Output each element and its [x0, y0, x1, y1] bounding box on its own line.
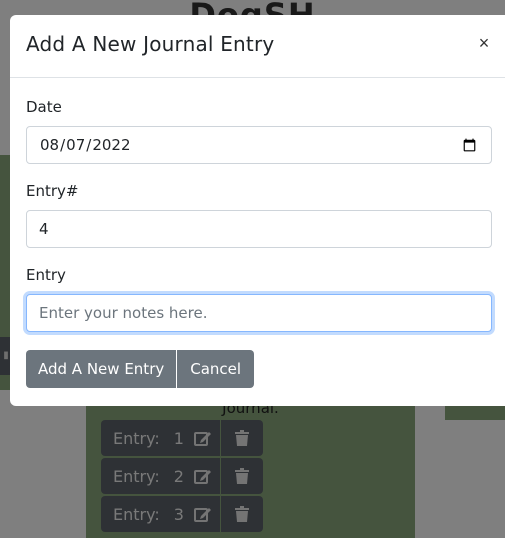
modal-header: Add A New Journal Entry × — [10, 15, 505, 78]
add-journal-entry-modal: Add A New Journal Entry × Date Entry# En… — [10, 15, 505, 406]
entry-number-label: Entry# — [26, 182, 79, 200]
date-field[interactable] — [26, 126, 492, 164]
modal-body: Date Entry# Entry Add A New Entry Cancel — [26, 78, 492, 388]
entry-notes-field[interactable] — [26, 294, 492, 332]
date-label: Date — [26, 98, 62, 116]
date-field-wrap — [26, 126, 492, 164]
cancel-button[interactable]: Cancel — [177, 350, 255, 388]
close-button[interactable]: × — [477, 29, 491, 57]
modal-title: Add A New Journal Entry — [26, 32, 275, 56]
add-new-entry-button[interactable]: Add A New Entry — [26, 350, 177, 388]
entry-number-field-wrap — [26, 210, 492, 248]
button-group: Add A New Entry Cancel — [26, 350, 492, 388]
entry-label: Entry — [26, 266, 66, 284]
entry-field-wrap — [26, 294, 492, 332]
entry-number-field[interactable] — [26, 210, 492, 248]
